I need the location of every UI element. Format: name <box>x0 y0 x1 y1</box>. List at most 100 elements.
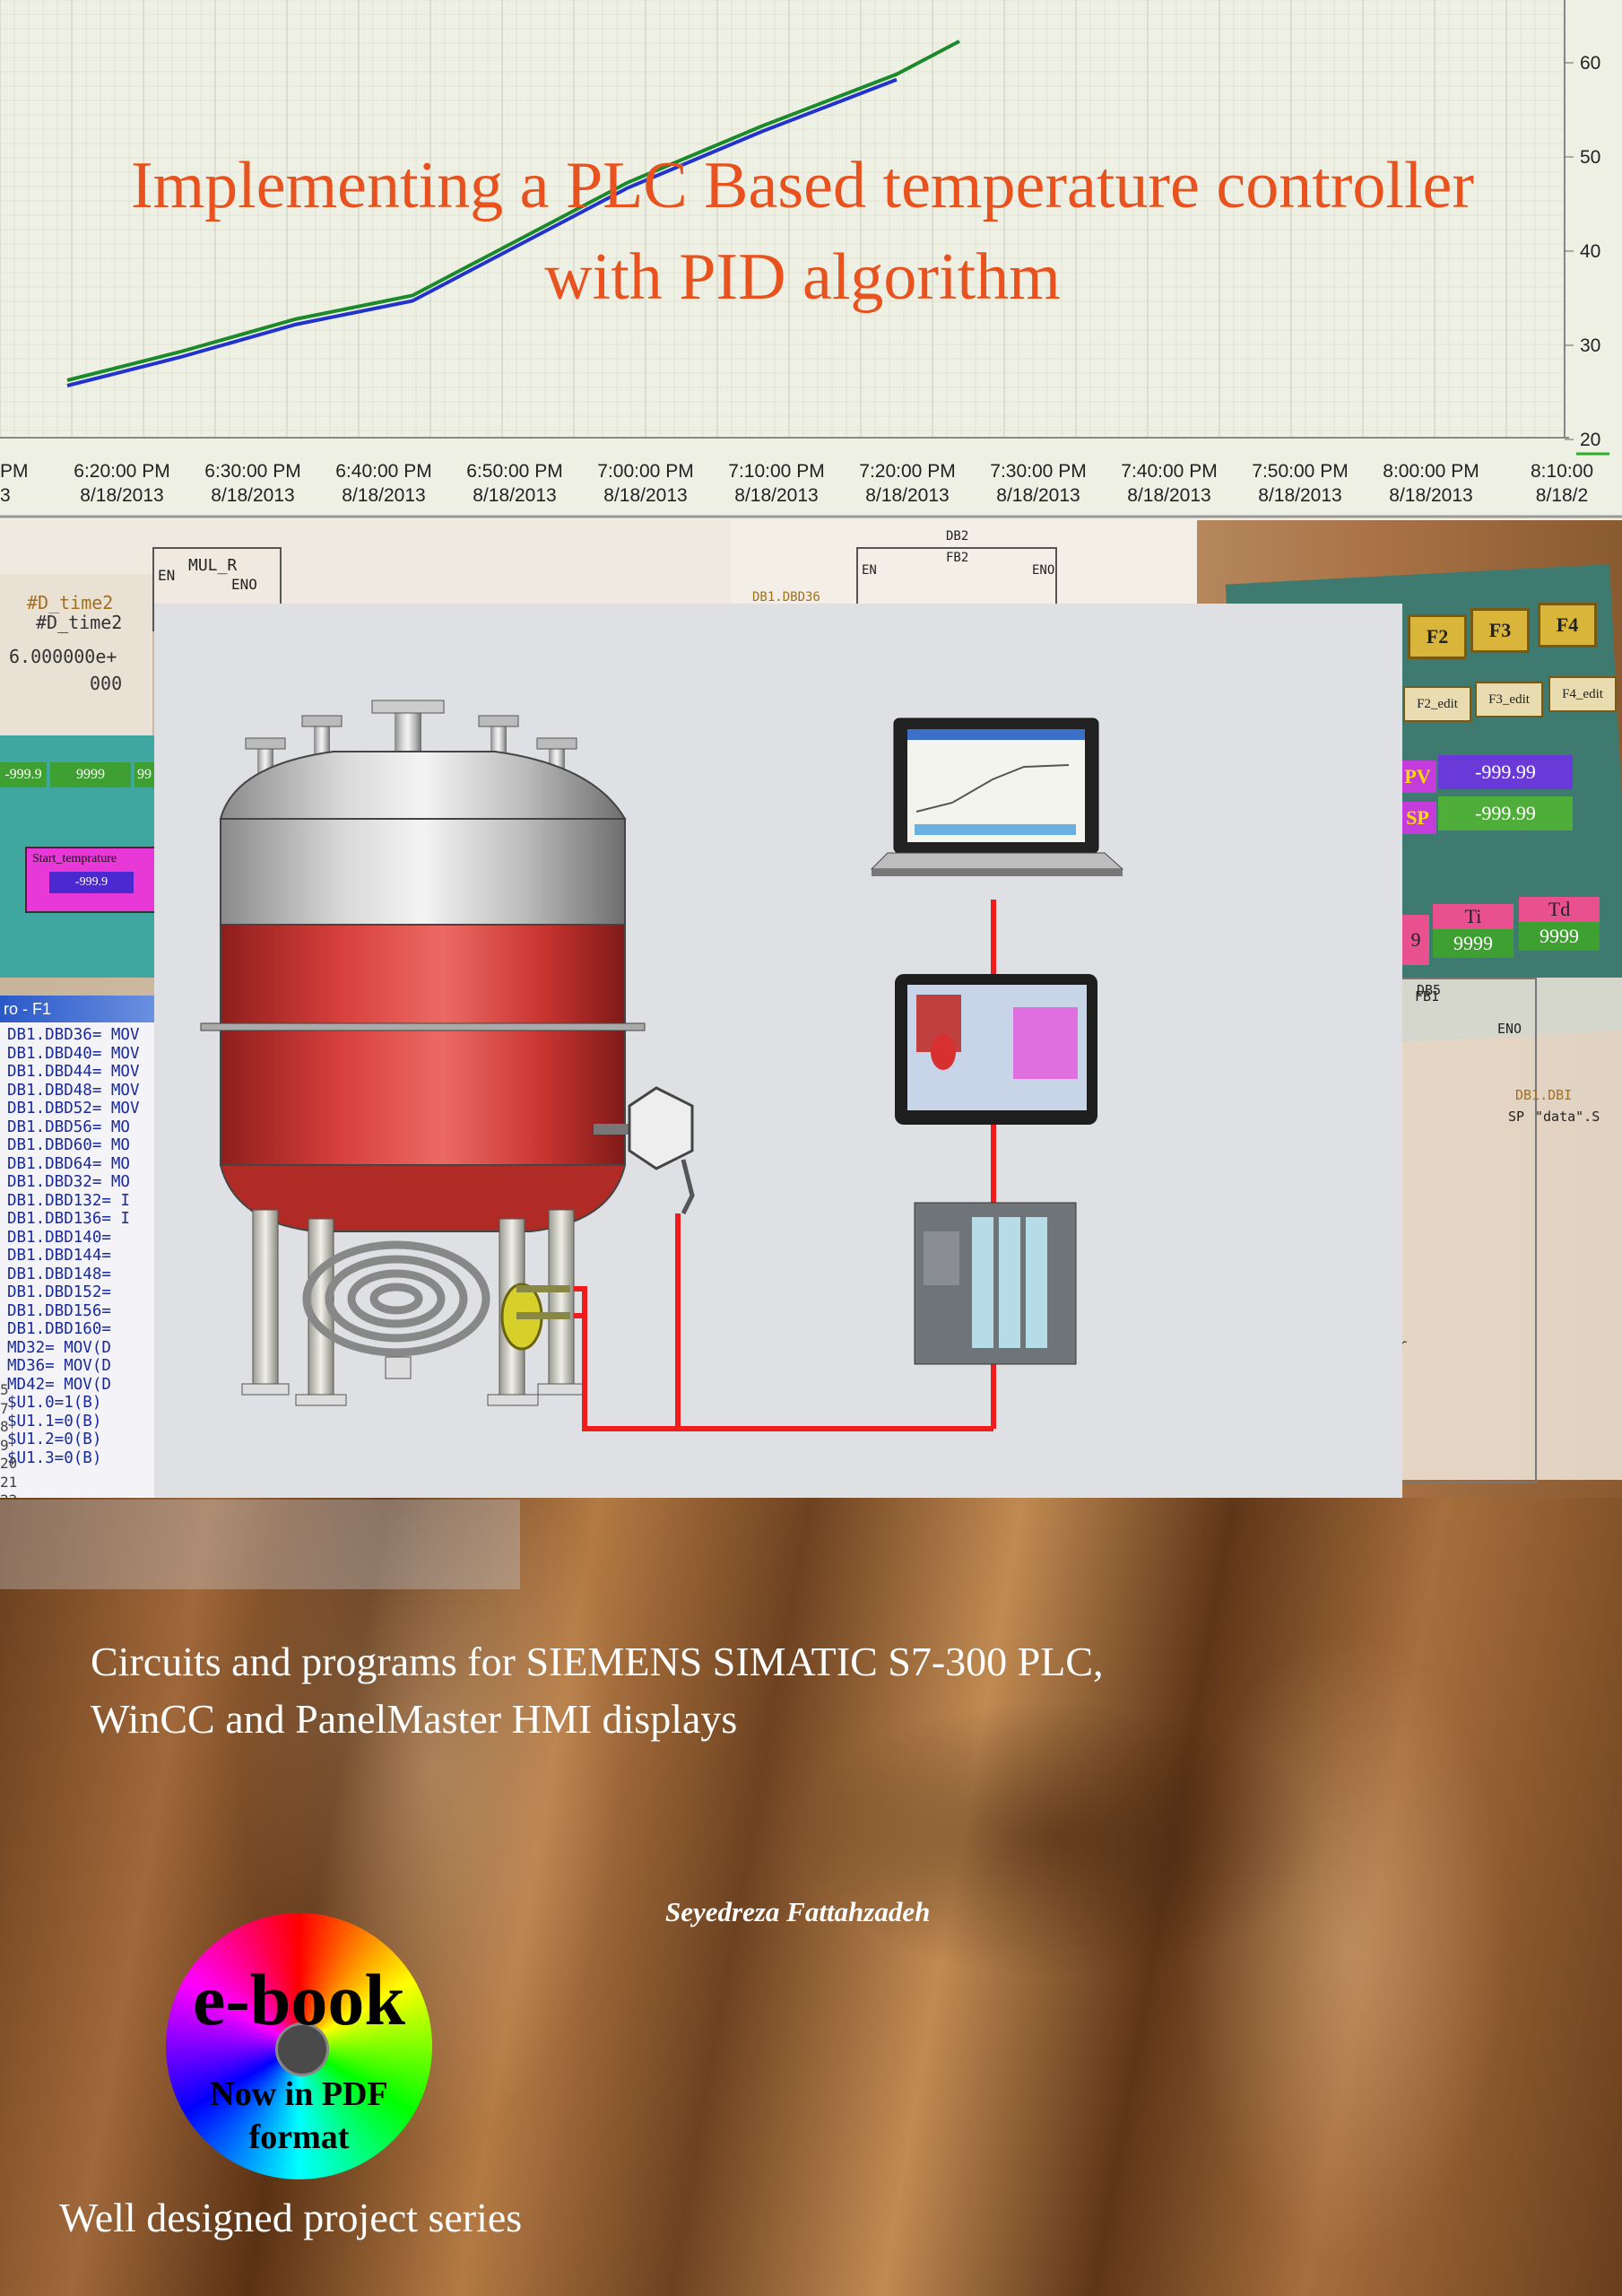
fb1-eno: ENO <box>1497 1021 1522 1037</box>
left-cell: 9 <box>1402 915 1429 965</box>
f3-key: F3 <box>1470 608 1530 653</box>
code-line: DB1.DBD64= MO <box>7 1154 130 1173</box>
f4-key: F4 <box>1538 603 1597 648</box>
ti-label: Ti <box>1433 904 1514 929</box>
code-line-number: 21 <box>0 1473 18 1491</box>
cover-title-line1: Implementing a PLC Based temperature con… <box>130 149 1475 222</box>
mul-block-label: MUL_R <box>188 556 238 575</box>
fb2-db: DB2 <box>946 529 969 544</box>
badge-line2: Now in PDF <box>210 2075 388 2113</box>
y-tick-label: 20 <box>1580 430 1600 450</box>
f3-edit: F3_edit <box>1475 682 1543 718</box>
cover-subtitle-line1: Circuits and programs for SIEMENS SIMATI… <box>91 1639 1104 1684</box>
x-tick-time: 7:20:00 PM <box>859 461 955 482</box>
code-line-number: 8 <box>0 1418 9 1435</box>
f2-edit: F2_edit <box>1403 686 1471 722</box>
code-line: DB1.DBD56= MO <box>7 1118 130 1136</box>
trend-chart: 60 50 40 30 20 PM 3 6:20:00 PM 8/18/2013 6:30:00… <box>0 0 1622 520</box>
sp-label: SP <box>1399 802 1436 834</box>
cover-title-line2: with PID algorithm <box>544 240 1061 314</box>
system-diagram-svg <box>200 700 1124 1431</box>
x-tick-time: 6:40:00 PM <box>335 461 431 482</box>
x-tick-time: 7:30:00 PM <box>990 461 1086 482</box>
code-line: DB1.DBD52= MOV <box>7 1100 140 1118</box>
cover-author: Seyedreza Fattahzadeh <box>665 1896 931 1927</box>
sp-value: -999.99 <box>1438 796 1573 831</box>
pv-value: -999.99 <box>1438 755 1573 789</box>
ladder-var1: #D_time2 <box>27 592 114 613</box>
code-line-number: 20 <box>0 1455 18 1472</box>
fb1-panel: FB1 ENO DB1.DBI SP "data".S r <box>1399 978 1622 1483</box>
code-line: DB1.DBD136= I <box>7 1210 130 1228</box>
ti-value: 9999 <box>1433 929 1514 958</box>
fb2-var: DB1.DBD36 <box>752 590 820 604</box>
code-window: ro - F1 DB1.DBD36= MOV DB1.DBD40= MOV DB1.… <box>0 996 154 1570</box>
badge-line3: format <box>248 2118 350 2156</box>
code-line: MD36= MOV(D <box>7 1357 111 1375</box>
x-tick-date: 8/18/2013 <box>211 485 294 506</box>
system-diagram <box>154 604 1402 1500</box>
x-tick-time: 8:10:00 <box>1531 461 1593 482</box>
x-tick-time: 7:10:00 PM <box>728 461 824 482</box>
code-line: DB1.DBD144= <box>7 1247 111 1265</box>
tank-ring <box>200 1022 646 1031</box>
x-tick-time: 6:30:00 PM <box>204 461 300 482</box>
code-line: DB1.DBD60= MO <box>7 1136 130 1154</box>
x-tick-time: 7:40:00 PM <box>1121 461 1217 482</box>
f2-key: F2 <box>1408 614 1467 659</box>
ladder-eno: ENO <box>231 576 257 593</box>
x-tick-time: 6:50:00 PM <box>466 461 562 482</box>
code-line: DB1.DBD44= MOV <box>7 1063 140 1081</box>
code-line-number: 7 <box>0 1399 9 1417</box>
x-tick-time: 6:20:00 PM <box>74 461 169 482</box>
code-line: DB1.DBD156= <box>7 1301 111 1320</box>
x-tick-date: 8/18/2013 <box>996 485 1080 506</box>
code-line-number: 9 <box>0 1436 9 1454</box>
fb1-db: DB5 <box>1417 982 1442 998</box>
tank-body <box>220 924 626 1166</box>
start-temperature-label: Start_temprature <box>32 852 117 865</box>
ladder-const: 6.000000e+ <box>9 646 117 667</box>
code-lines: DB1.DBD36= MOV DB1.DBD40= MOV DB1.DBD44= M… <box>0 1022 154 1467</box>
ladder-var2: #D_time2 <box>36 612 123 633</box>
td-label: Td <box>1519 897 1600 922</box>
code-line: DB1.DBD48= MOV <box>7 1081 140 1100</box>
fb1-out-var: DB1.DBI <box>1515 1087 1573 1103</box>
hmi-panel-icon <box>895 974 1097 1125</box>
x-tick-time: PM <box>0 461 29 482</box>
code-line: $U1.3=0(B) <box>7 1448 102 1467</box>
x-tick-time: 7:00:00 PM <box>597 461 693 482</box>
code-line: $U1.0=1(B) <box>7 1394 102 1412</box>
code-line: $U1.2=0(B) <box>7 1431 102 1448</box>
x-tick-date: 8/18/2013 <box>603 485 687 506</box>
cover-subtitle-line2: WinCC and PanelMaster HMI displays <box>91 1696 738 1742</box>
td-value: 9999 <box>1519 922 1600 951</box>
fb2-fb: FB2 <box>946 551 969 565</box>
code-line: DB1.DBD32= MO <box>7 1173 130 1191</box>
x-axis-ticks: PM 3 6:20:00 PM 8/18/2013 6:30:00 PM 8/18/201… <box>0 461 1593 506</box>
code-line: $U1.1=0(B) <box>7 1412 102 1431</box>
hmi-left-cell-1: -999.9 <box>0 762 47 787</box>
x-tick-date: 3 <box>0 485 11 506</box>
code-line: DB1.DBD152= <box>7 1283 111 1301</box>
cover-series: Well designed project series <box>59 2195 523 2240</box>
code-line: DB1.DBD132= I <box>7 1191 130 1210</box>
code-line: DB1.DBD148= <box>7 1265 111 1283</box>
x-tick-date: 8/18/2013 <box>734 485 818 506</box>
fb2-en: EN <box>862 563 877 578</box>
ladder-en: EN <box>158 567 176 584</box>
x-tick-date: 8/18/2013 <box>865 485 949 506</box>
plc-icon <box>914 1202 1077 1365</box>
x-tick-date: 8/18/2013 <box>1127 485 1210 506</box>
ladder-zeros: 000 <box>90 673 123 694</box>
trend-line-blue <box>66 77 898 387</box>
code-line-number: 5 <box>0 1381 9 1398</box>
x-tick-date: 8/18/2013 <box>80 485 163 506</box>
code-line: DB1.DBD140= <box>7 1228 111 1247</box>
x-tick-date: 8/18/2013 <box>1389 485 1472 506</box>
badge-line1: e-book <box>193 1959 405 2040</box>
x-tick-time: 7:50:00 PM <box>1252 461 1348 482</box>
y-tick-label: 30 <box>1580 335 1600 356</box>
x-tick-date: 8/18/2 <box>1536 485 1588 506</box>
hmi-left-cell-3: 99 <box>134 762 154 787</box>
